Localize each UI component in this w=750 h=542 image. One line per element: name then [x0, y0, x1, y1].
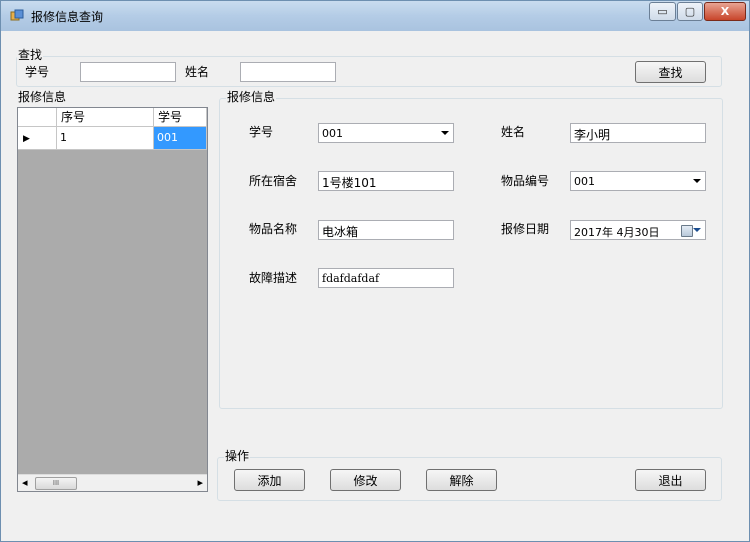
detail-dorm-label: 所在宿舍: [249, 174, 298, 188]
detail-repair-date-label: 报修日期: [501, 222, 550, 236]
title-bar[interactable]: 报修信息查询 ▭ ▢ X: [1, 1, 749, 31]
row-header-corner: [18, 108, 57, 127]
maximize-button[interactable]: ▢: [677, 2, 703, 21]
minimize-button[interactable]: ▭: [649, 2, 676, 21]
detail-student-id-combo[interactable]: 001: [318, 123, 454, 143]
scroll-thumb[interactable]: III: [35, 477, 77, 490]
detail-item-code-combo[interactable]: 001: [570, 171, 706, 191]
detail-fault-input[interactable]: fdafdafdaf: [318, 268, 454, 288]
list-group-label: 报修信息: [17, 90, 68, 104]
app-icon: [10, 9, 24, 21]
search-student-id-label: 学号: [25, 65, 50, 79]
detail-name-label: 姓名: [501, 125, 526, 139]
table-cell-seq[interactable]: 1: [57, 127, 154, 150]
close-button[interactable]: X: [704, 2, 746, 21]
horizontal-scrollbar[interactable]: ◂ III ▸: [18, 474, 207, 491]
search-group-label: 查找: [17, 48, 44, 62]
detail-name-input[interactable]: 李小明: [570, 123, 706, 143]
search-name-label: 姓名: [185, 65, 210, 79]
detail-student-id-label: 学号: [249, 125, 274, 139]
repair-list-grid[interactable]: 序号 学号 ▶ 1 001 ◂ III ▸: [17, 107, 208, 492]
table-cell-student-id[interactable]: 001: [154, 127, 207, 150]
maximize-icon: ▢: [684, 5, 696, 18]
detail-repair-date-picker[interactable]: 2017年 4月30日: [570, 220, 706, 240]
detail-group: [219, 98, 723, 409]
chevron-down-icon[interactable]: [693, 228, 701, 232]
row-header[interactable]: ▶: [18, 127, 57, 150]
minimize-icon: ▭: [657, 5, 668, 18]
add-button[interactable]: 添加: [234, 469, 305, 491]
detail-group-label: 报修信息: [226, 90, 277, 104]
row-indicator-icon: ▶: [23, 134, 30, 144]
detail-item-name-input[interactable]: 电冰箱: [318, 220, 454, 240]
scroll-right-icon[interactable]: ▸: [197, 476, 203, 489]
delete-button[interactable]: 解除: [426, 469, 497, 491]
calendar-icon[interactable]: [681, 225, 693, 237]
column-header-seq[interactable]: 序号: [57, 108, 154, 127]
detail-item-name-label: 物品名称: [249, 222, 298, 236]
detail-repair-date-value: 2017年 4月30日: [574, 226, 660, 239]
app-window: 报修信息查询 ▭ ▢ X 查找 学号 姓名 查找 报修信息 序号 学号 ▶ 1 …: [0, 0, 750, 542]
exit-button[interactable]: 退出: [635, 469, 706, 491]
edit-button[interactable]: 修改: [330, 469, 401, 491]
detail-item-code-label: 物品编号: [501, 174, 550, 188]
close-icon: X: [720, 5, 730, 18]
search-name-input[interactable]: [240, 62, 336, 82]
scroll-grip-icon: III: [52, 479, 60, 487]
detail-item-code-value: 001: [574, 175, 595, 188]
column-header-student-id[interactable]: 学号: [154, 108, 207, 127]
chevron-down-icon[interactable]: [693, 179, 701, 183]
search-student-id-input[interactable]: [80, 62, 176, 82]
search-button[interactable]: 查找: [635, 61, 706, 83]
window-title: 报修信息查询: [31, 10, 104, 24]
detail-dorm-input[interactable]: 1号楼101: [318, 171, 454, 191]
detail-student-id-value: 001: [322, 127, 343, 140]
chevron-down-icon[interactable]: [441, 131, 449, 135]
detail-fault-label: 故障描述: [249, 271, 298, 285]
scroll-left-icon[interactable]: ◂: [22, 476, 28, 489]
actions-group-label: 操作: [224, 449, 251, 463]
